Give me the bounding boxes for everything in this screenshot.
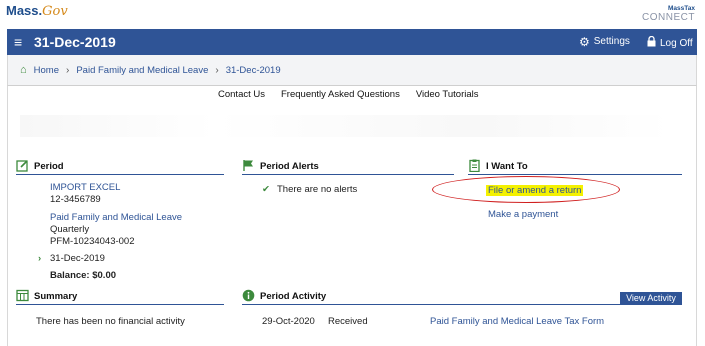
contact-us-link[interactable]: Contact Us: [218, 89, 265, 100]
faq-link[interactable]: Frequently Asked Questions: [281, 89, 400, 100]
logo-line-2: CONNECT: [642, 12, 695, 23]
video-tutorials-link[interactable]: Video Tutorials: [416, 89, 479, 100]
flag-icon: [242, 159, 255, 172]
chevron-right-icon: ›: [38, 253, 42, 264]
annotation-oval: [432, 176, 620, 203]
summary-section-header: Summary: [16, 289, 224, 305]
edit-icon: [16, 159, 29, 172]
breadcrumb-pfml[interactable]: Paid Family and Medical Leave: [76, 65, 208, 76]
summary-message: There has been no financial activity: [36, 316, 185, 327]
mass-gov-logo[interactable]: Mass.Gov: [6, 3, 68, 19]
breadcrumb-separator: ›: [215, 64, 219, 76]
logo-gov: Gov: [42, 4, 68, 19]
activity-date: 29-Oct-2020: [262, 316, 315, 327]
logo-mass: Mass.: [6, 3, 43, 18]
activity-form-link[interactable]: Paid Family and Medical Leave Tax Form: [430, 316, 604, 327]
breadcrumb-period[interactable]: 31-Dec-2019: [226, 65, 281, 76]
breadcrumb: ⌂ Home › Paid Family and Medical Leave ›…: [7, 55, 697, 85]
home-icon[interactable]: ⌂: [20, 64, 27, 76]
alerts-section-header: Period Alerts: [242, 159, 454, 175]
ledger-icon: [16, 289, 29, 302]
account-type-link[interactable]: Paid Family and Medical Leave: [50, 212, 182, 223]
logoff-label: Log Off: [660, 37, 693, 49]
clipboard-icon: [468, 159, 481, 173]
check-icon: ✔: [262, 184, 270, 195]
masstax-connect-logo: MassTax CONNECT: [642, 4, 695, 23]
settings-label: Settings: [593, 36, 630, 47]
breadcrumb-separator: ›: [66, 64, 70, 76]
period-date[interactable]: 31-Dec-2019: [50, 253, 105, 264]
account-id: 12-3456789: [50, 194, 101, 205]
activity-section-header: Period Activity: [242, 289, 682, 305]
activity-heading: Period Activity: [260, 291, 327, 302]
page-header: ≡ 31-Dec-2019 ⚙ Settings Log Off: [7, 29, 697, 55]
account-name-link[interactable]: IMPORT EXCEL: [50, 182, 120, 193]
blurred-region: [20, 115, 670, 137]
period-section-header: Period: [16, 159, 224, 175]
account-number: PFM-10234043-002: [50, 236, 135, 247]
activity-status: Received: [328, 316, 368, 327]
page-title: 31-Dec-2019: [34, 34, 116, 50]
breadcrumb-home[interactable]: Home: [34, 65, 59, 76]
top-brand-bar: Mass.Gov MassTax CONNECT: [0, 0, 705, 28]
view-activity-button[interactable]: View Activity: [620, 292, 682, 305]
summary-heading: Summary: [34, 291, 78, 302]
settings-button[interactable]: ⚙ Settings: [579, 34, 630, 49]
lock-icon: [647, 35, 656, 50]
alerts-message: There are no alerts: [277, 184, 358, 195]
content-panel: [7, 103, 697, 346]
make-payment-link[interactable]: Make a payment: [488, 209, 558, 220]
iwantto-section-header: I Want To: [468, 159, 682, 175]
balance: Balance: $0.00: [50, 270, 117, 281]
help-link-bar: Contact Us Frequently Asked Questions Vi…: [7, 85, 697, 103]
period-heading: Period: [34, 161, 64, 172]
alerts-heading: Period Alerts: [260, 161, 319, 172]
filing-frequency: Quarterly: [50, 224, 90, 235]
gear-icon: ⚙: [579, 34, 590, 49]
menu-icon[interactable]: ≡: [14, 35, 22, 49]
info-icon: [242, 289, 255, 302]
iwantto-heading: I Want To: [486, 161, 528, 172]
logoff-button[interactable]: Log Off: [647, 35, 693, 50]
